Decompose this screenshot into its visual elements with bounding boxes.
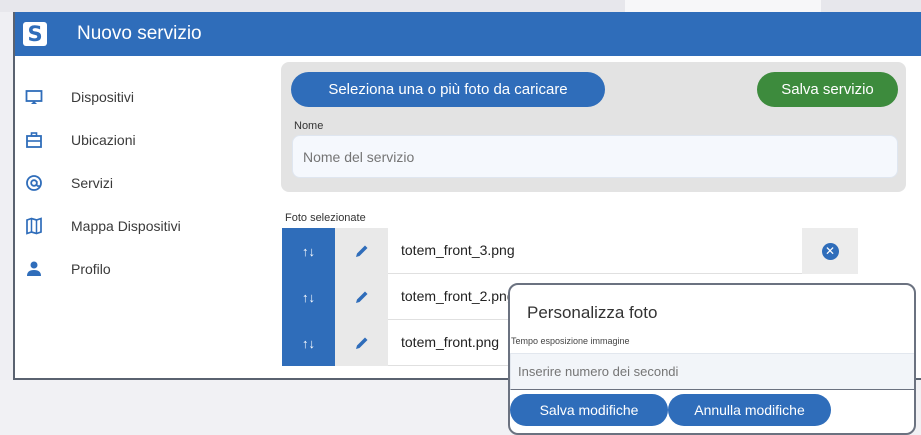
sidebar-item-ubicazioni[interactable]: Ubicazioni: [15, 120, 271, 160]
save-changes-button[interactable]: Salva modifiche: [510, 394, 668, 426]
sidebar-item-profilo[interactable]: Profilo: [15, 249, 271, 289]
briefcase-icon: [25, 131, 43, 149]
sidebar-item-label: Dispositivi: [71, 89, 135, 105]
remove-photo-button[interactable]: ✕: [802, 228, 858, 274]
sidebar: Dispositivi Ubicazioni Servizi Mappa Dis…: [15, 56, 271, 378]
exposure-seconds-input[interactable]: [510, 353, 914, 390]
app-logo-letter: S: [27, 22, 43, 46]
customize-photo-dialog: Personalizza foto Tempo esposizione imma…: [508, 283, 916, 435]
sort-handle-icon[interactable]: ↑↓: [282, 320, 335, 366]
sidebar-item-label: Profilo: [71, 261, 111, 277]
sort-handle-icon[interactable]: ↑↓: [282, 228, 335, 274]
sidebar-item-label: Ubicazioni: [71, 132, 136, 148]
save-service-button[interactable]: Salva servizio: [757, 72, 898, 107]
sidebar-item-label: Servizi: [71, 175, 114, 191]
photo-filename: totem_front_2.png: [401, 288, 515, 304]
selected-photos-label: Foto selezionate: [285, 212, 366, 224]
name-label: Nome: [294, 120, 324, 132]
exposure-time-label: Tempo esposizione immagine: [511, 336, 630, 346]
upload-panel: Seleziona una o più foto da caricare Sal…: [281, 62, 906, 192]
pencil-icon: [355, 291, 367, 303]
monitor-icon: [25, 88, 43, 106]
pencil-icon: [355, 337, 367, 349]
app-logo-icon: S: [23, 22, 47, 46]
photo-row: ↑↓ totem_front_3.png ✕: [282, 228, 858, 274]
close-icon: ✕: [821, 242, 839, 260]
cancel-changes-button[interactable]: Annulla modifiche: [668, 394, 831, 426]
sidebar-item-dispositivi[interactable]: Dispositivi: [15, 77, 271, 117]
sidebar-item-label: Mappa Dispositivi: [71, 218, 181, 234]
page-title: Nuovo servizio: [77, 23, 202, 44]
person-icon: [25, 260, 43, 278]
pencil-icon: [355, 245, 367, 257]
at-icon: [25, 174, 43, 192]
select-photos-button[interactable]: Seleziona una o più foto da caricare: [291, 72, 605, 107]
sidebar-item-mappa-dispositivi[interactable]: Mappa Dispositivi: [15, 206, 271, 246]
title-bar: S Nuovo servizio: [15, 12, 921, 56]
edit-button[interactable]: [335, 320, 388, 366]
edit-button[interactable]: [335, 228, 388, 274]
sidebar-item-servizi[interactable]: Servizi: [15, 163, 271, 203]
sort-handle-icon[interactable]: ↑↓: [282, 274, 335, 320]
service-name-input[interactable]: [292, 135, 898, 178]
edit-button[interactable]: [335, 274, 388, 320]
background-block: [625, 0, 821, 12]
photo-filename: totem_front.png: [401, 334, 500, 350]
map-icon: [25, 217, 43, 235]
dialog-title: Personalizza foto: [527, 303, 658, 322]
photo-filename: totem_front_3.png: [401, 242, 515, 258]
